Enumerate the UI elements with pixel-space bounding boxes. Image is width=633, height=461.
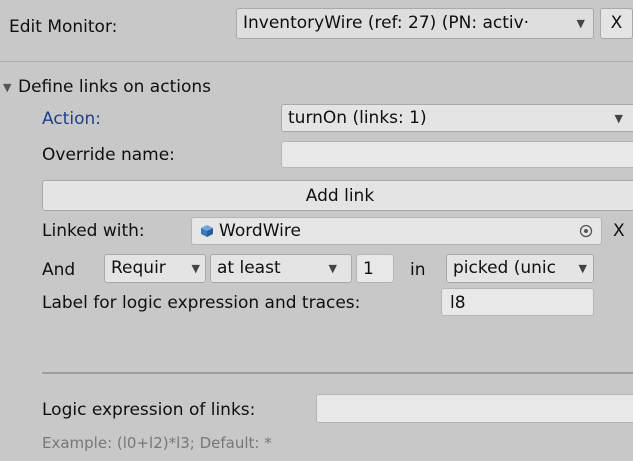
- example-hint: Example: (l0+l2)*l3; Default: *: [42, 434, 272, 452]
- monitor-dropdown-value: InventoryWire (ref: 27) (PN: activ‧: [243, 15, 530, 32]
- dropdown-caret-icon: ▼: [191, 262, 200, 275]
- add-link-button[interactable]: Add link: [42, 180, 633, 211]
- dropdown-caret-icon: ▼: [328, 262, 337, 275]
- in-label: in: [410, 260, 426, 280]
- logic-expression-input[interactable]: [316, 394, 633, 423]
- linked-object-value: WordWire: [219, 221, 301, 241]
- logic-expression-label: Logic expression of links:: [42, 400, 256, 420]
- monitor-dropdown[interactable]: InventoryWire (ref: 27) (PN: activ‧ ▼: [236, 8, 594, 39]
- gameobject-icon: [200, 224, 214, 238]
- object-picker-icon[interactable]: [579, 224, 593, 238]
- dropdown-caret-icon: ▼: [576, 17, 585, 30]
- count-value: 1: [363, 259, 374, 279]
- action-label: Action:: [42, 109, 101, 129]
- close-monitor-button[interactable]: X: [600, 8, 633, 39]
- dropdown-caret-icon: ▼: [614, 112, 623, 125]
- logic-label-input[interactable]: l8: [441, 288, 594, 316]
- dropdown-caret-icon: ▼: [578, 262, 587, 275]
- require-dropdown[interactable]: Requir ▼: [104, 254, 206, 283]
- remove-link-button[interactable]: X: [613, 223, 625, 240]
- linked-object-field[interactable]: WordWire: [191, 217, 602, 245]
- action-dropdown-value: turnOn (links: 1): [288, 110, 427, 127]
- action-dropdown[interactable]: turnOn (links: 1) ▼: [281, 104, 633, 132]
- define-links-title[interactable]: Define links on actions: [18, 79, 211, 96]
- at-least-dropdown-value: at least: [217, 260, 281, 277]
- edit-monitor-label: Edit Monitor:: [9, 17, 118, 37]
- linked-with-label: Linked with:: [42, 221, 145, 241]
- picked-dropdown[interactable]: picked (unic ▼: [446, 254, 594, 283]
- and-label: And: [42, 260, 76, 280]
- section-divider: [42, 372, 633, 374]
- picked-dropdown-value: picked (unic: [453, 260, 557, 277]
- override-name-label: Override name:: [42, 145, 175, 165]
- require-dropdown-value: Requir: [111, 260, 166, 277]
- at-least-dropdown[interactable]: at least ▼: [210, 254, 352, 283]
- logic-label-value: l8: [450, 293, 466, 313]
- override-name-input[interactable]: [281, 141, 633, 168]
- header-divider: [0, 61, 633, 62]
- logic-label-label: Label for logic expression and traces:: [42, 293, 361, 313]
- foldout-arrow-icon[interactable]: ▼: [3, 81, 11, 94]
- count-input[interactable]: 1: [356, 254, 394, 283]
